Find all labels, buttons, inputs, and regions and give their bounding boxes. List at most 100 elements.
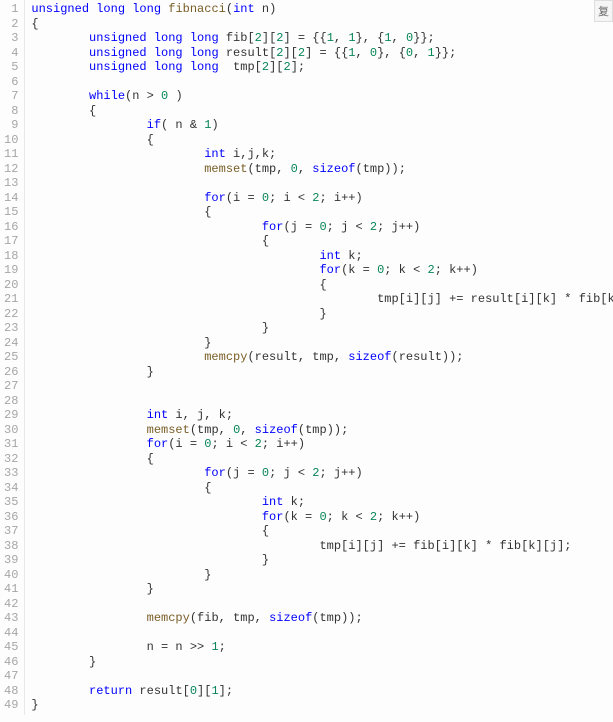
token-pl: { — [31, 205, 211, 219]
token-pl: ][ — [283, 46, 297, 60]
code-line[interactable]: { — [31, 452, 609, 467]
code-line[interactable]: memcpy(result, tmp, sizeof(result)); — [31, 350, 609, 365]
line-number: 48 — [4, 684, 18, 699]
token-pl — [147, 46, 154, 60]
copy-button[interactable]: 复 — [594, 0, 613, 22]
code-line[interactable]: for(k = 0; k < 2; k++) — [31, 263, 609, 278]
token-kw: unsigned — [31, 2, 89, 16]
code-line[interactable]: { — [31, 104, 609, 119]
code-line[interactable]: { — [31, 278, 609, 293]
code-line[interactable]: } — [31, 336, 609, 351]
token-pl: } — [31, 582, 153, 596]
code-line[interactable]: { — [31, 234, 609, 249]
code-line[interactable]: } — [31, 553, 609, 568]
code-line[interactable]: int i,j,k; — [31, 147, 609, 162]
token-pl: , — [298, 162, 312, 176]
code-line[interactable] — [31, 176, 609, 191]
code-line[interactable] — [31, 669, 609, 684]
line-number: 4 — [4, 46, 18, 61]
code-line[interactable]: } — [31, 568, 609, 583]
code-line[interactable]: memset(tmp, 0, sizeof(tmp)); — [31, 423, 609, 438]
token-fn: memset — [147, 423, 190, 437]
token-pl: ; j < — [269, 466, 312, 480]
line-number: 26 — [4, 365, 18, 380]
line-number: 38 — [4, 539, 18, 554]
token-pl — [183, 46, 190, 60]
token-pl: result[ — [219, 46, 277, 60]
code-line[interactable]: } — [31, 582, 609, 597]
token-pl: ; i < — [269, 191, 312, 205]
code-line[interactable]: for(i = 0; i < 2; i++) — [31, 437, 609, 452]
token-pl: tmp[ — [219, 60, 262, 74]
code-line[interactable] — [31, 626, 609, 641]
code-line[interactable]: memcpy(fib, tmp, sizeof(tmp)); — [31, 611, 609, 626]
token-pl: , — [392, 31, 406, 45]
code-line[interactable]: unsigned long long fib[2][2] = {{1, 1}, … — [31, 31, 609, 46]
token-pl — [147, 31, 154, 45]
token-pl: ][ — [262, 31, 276, 45]
code-line[interactable]: unsigned long long tmp[2][2]; — [31, 60, 609, 75]
token-pl: n = n >> — [31, 640, 211, 654]
code-line[interactable]: { — [31, 133, 609, 148]
code-line[interactable]: } — [31, 365, 609, 380]
code-line[interactable]: unsigned long long fibnacci(int n) — [31, 2, 609, 17]
token-pl: i, j, k; — [168, 408, 233, 422]
code-line[interactable]: for(j = 0; j < 2; j++) — [31, 466, 609, 481]
token-pl: (i = — [226, 191, 262, 205]
code-line[interactable]: for(k = 0; k < 2; k++) — [31, 510, 609, 525]
line-number: 39 — [4, 553, 18, 568]
code-line[interactable] — [31, 379, 609, 394]
token-pl — [31, 466, 204, 480]
line-number: 29 — [4, 408, 18, 423]
code-line[interactable]: int i, j, k; — [31, 408, 609, 423]
code-line[interactable]: while(n > 0 ) — [31, 89, 609, 104]
token-fn: fibnacci — [168, 2, 226, 16]
token-pl: (k = — [341, 263, 377, 277]
line-number: 1 — [4, 2, 18, 17]
line-number: 15 — [4, 205, 18, 220]
token-pl: { — [31, 278, 326, 292]
token-pl — [147, 60, 154, 74]
code-line[interactable]: if( n & 1) — [31, 118, 609, 133]
token-kw: int — [147, 408, 169, 422]
token-kw: int — [262, 495, 284, 509]
token-num: 1 — [428, 46, 435, 60]
token-pl: }}; — [413, 31, 435, 45]
code-area[interactable]: unsigned long long fibnacci(int n){ unsi… — [25, 0, 613, 715]
code-line[interactable]: tmp[i][j] += fib[i][k] * fib[k][j]; — [31, 539, 609, 554]
code-line[interactable]: tmp[i][j] += result[i][k] * fib[k][j]; — [31, 292, 609, 307]
code-line[interactable] — [31, 394, 609, 409]
code-line[interactable]: { — [31, 481, 609, 496]
token-pl — [183, 31, 190, 45]
code-line[interactable]: { — [31, 524, 609, 539]
token-pl: ( — [226, 2, 233, 16]
token-pl: fib[ — [219, 31, 255, 45]
code-line[interactable]: } — [31, 655, 609, 670]
line-number: 45 — [4, 640, 18, 655]
line-number: 3 — [4, 31, 18, 46]
code-line[interactable]: } — [31, 307, 609, 322]
line-number: 2 — [4, 17, 18, 32]
line-number: 24 — [4, 336, 18, 351]
code-line[interactable]: } — [31, 321, 609, 336]
code-line[interactable] — [31, 75, 609, 90]
code-line[interactable]: return result[0][1]; — [31, 684, 609, 699]
code-line[interactable]: int k; — [31, 495, 609, 510]
code-line[interactable]: } — [31, 698, 609, 713]
code-line[interactable] — [31, 597, 609, 612]
token-pl: (i = — [168, 437, 204, 451]
code-line[interactable]: { — [31, 205, 609, 220]
token-pl: } — [31, 655, 96, 669]
code-line[interactable]: for(i = 0; i < 2; i++) — [31, 191, 609, 206]
code-line[interactable]: unsigned long long result[2][2] = {{1, 0… — [31, 46, 609, 61]
line-number: 13 — [4, 176, 18, 191]
code-line[interactable]: memset(tmp, 0, sizeof(tmp)); — [31, 162, 609, 177]
token-num: 1 — [327, 31, 334, 45]
token-pl: ; k < — [384, 263, 427, 277]
code-line[interactable]: int k; — [31, 249, 609, 264]
code-line[interactable]: { — [31, 17, 609, 32]
token-kw: long — [132, 2, 161, 16]
line-number: 17 — [4, 234, 18, 249]
code-line[interactable]: n = n >> 1; — [31, 640, 609, 655]
code-line[interactable]: for(j = 0; j < 2; j++) — [31, 220, 609, 235]
